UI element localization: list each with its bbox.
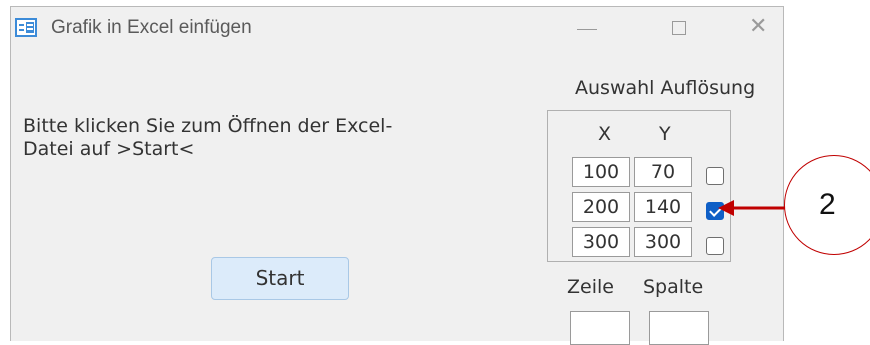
access-form-icon (15, 18, 37, 37)
instruction-line-2: Datei auf >Start< (23, 138, 195, 160)
x-value-row-1[interactable]: 100 (572, 157, 630, 187)
close-button[interactable]: ✕ (727, 7, 787, 51)
minimize-icon (577, 29, 597, 30)
x-value-row-2[interactable]: 200 (572, 192, 630, 222)
minimize-button[interactable] (557, 7, 617, 51)
zeile-label: Zeile (567, 276, 614, 298)
checkbox-row-1[interactable] (706, 167, 724, 185)
window-title: Grafik in Excel einfügen (51, 17, 252, 38)
callout-arrow-icon (718, 200, 786, 216)
checkbox-row-3[interactable] (706, 237, 724, 255)
y-value-row-2[interactable]: 140 (634, 192, 692, 222)
callout-number: 2 (819, 188, 836, 221)
title-bar[interactable]: Grafik in Excel einfügen ✕ (11, 7, 783, 51)
instruction-line-1: Bitte klicken Sie zum Öffnen der Excel- (23, 115, 393, 137)
y-value-row-1[interactable]: 70 (634, 157, 692, 187)
column-x-header: X (598, 123, 612, 145)
resolution-title: Auswahl Auflösung (575, 77, 756, 99)
x-value-row-3[interactable]: 300 (572, 227, 630, 257)
close-icon: ✕ (749, 14, 768, 39)
resolution-group: X Y 100 70 200 140 300 300 (547, 110, 731, 262)
spalte-label: Spalte (643, 276, 704, 298)
maximize-button[interactable] (651, 7, 711, 51)
zeile-input[interactable] (570, 311, 630, 345)
column-y-header: Y (659, 123, 671, 145)
instruction-text: Bitte klicken Sie zum Öffnen der Excel- … (23, 115, 503, 161)
maximize-icon (672, 21, 686, 35)
spalte-input[interactable] (649, 311, 709, 345)
start-button[interactable]: Start (211, 257, 349, 300)
y-value-row-3[interactable]: 300 (634, 227, 692, 257)
dialog-window: Grafik in Excel einfügen ✕ Bitte klicken… (10, 6, 784, 345)
